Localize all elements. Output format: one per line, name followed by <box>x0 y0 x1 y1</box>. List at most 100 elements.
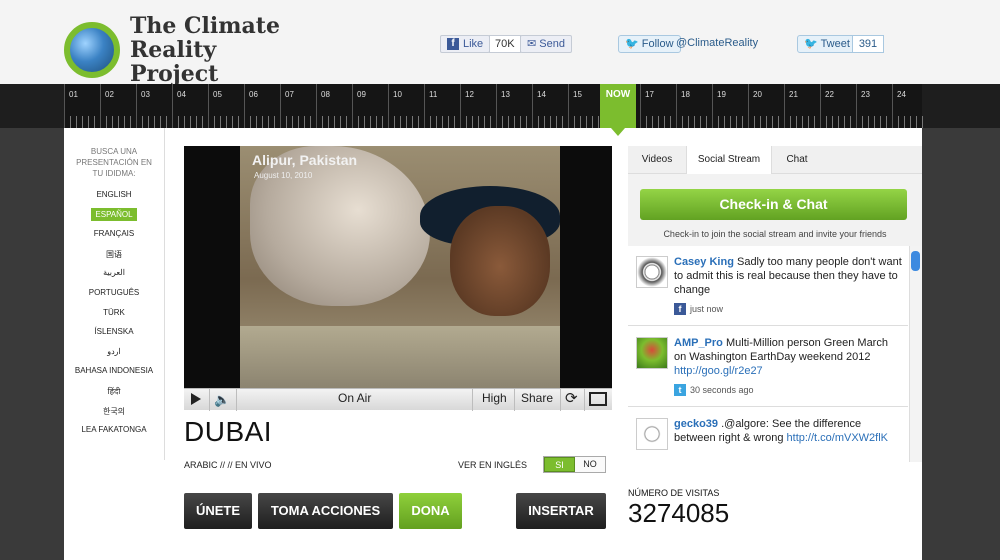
avatar[interactable] <box>636 337 668 369</box>
send-icon: ✉ <box>527 38 540 50</box>
now-label: NOW <box>605 89 631 100</box>
facebook-like-button[interactable]: f Like <box>440 35 491 53</box>
timeline-hour[interactable]: 14 <box>532 84 568 128</box>
logo-text: The Climate Reality Project <box>130 13 280 87</box>
timeline-hour-label: 20 <box>753 90 762 99</box>
timeline-hour-label: 23 <box>861 90 870 99</box>
timeline-hour-label: 19 <box>717 90 726 99</box>
logo[interactable]: The Climate Reality Project <box>64 14 310 86</box>
checkin-chat-button[interactable]: Check-in & Chat <box>640 189 907 220</box>
tweet-button[interactable]: 🐦 Tweet <box>797 35 857 53</box>
twitter-bird-icon: 🐦 <box>625 38 639 50</box>
timeline-hour[interactable]: 09 <box>352 84 388 128</box>
language-option[interactable]: 한국의 <box>64 406 164 417</box>
share-button[interactable]: Share <box>521 391 553 405</box>
volume-icon[interactable]: 🔈 <box>214 392 230 408</box>
control-divider <box>514 389 515 411</box>
toggle-no[interactable]: NO <box>575 457 605 472</box>
stream-post: Casey King Sadly too many people don't w… <box>628 246 908 326</box>
timeline-hour-label: 17 <box>645 90 654 99</box>
timeline-hour[interactable]: 12 <box>460 84 496 128</box>
timeline-hour[interactable]: 03 <box>136 84 172 128</box>
facebook-icon: f <box>674 303 686 315</box>
play-icon[interactable] <box>191 393 201 405</box>
post-link[interactable]: http://goo.gl/r2e27 <box>674 365 763 377</box>
timeline-hour[interactable]: 24 <box>892 84 928 128</box>
twitter-follow-button[interactable]: 🐦 Follow <box>618 35 681 53</box>
timeline-hour[interactable]: 08 <box>316 84 352 128</box>
stream-scrollbar[interactable] <box>909 246 922 462</box>
toggle-yes[interactable]: SI <box>544 457 575 472</box>
avatar[interactable] <box>636 256 668 288</box>
timeline-hour[interactable]: 07 <box>280 84 316 128</box>
stream-post: gecko39 .@algore: See the difference bet… <box>628 408 908 462</box>
language-option[interactable]: اردو <box>64 347 164 356</box>
timeline-hour[interactable]: 13 <box>496 84 532 128</box>
language-option[interactable]: हिंदी <box>64 386 164 397</box>
fullscreen-icon[interactable] <box>589 392 607 406</box>
social-stream: Casey King Sadly too many people don't w… <box>628 246 908 462</box>
timeline-hour[interactable]: 20 <box>748 84 784 128</box>
post-user[interactable]: AMP_Pro <box>674 337 723 349</box>
post-link[interactable]: http://t.co/mVXW2flK <box>787 432 888 444</box>
content-bottom <box>64 548 922 560</box>
language-option[interactable]: LEA FAKATONGA <box>64 425 164 434</box>
timeline-hour[interactable]: 06 <box>244 84 280 128</box>
timeline-hour-label: 15 <box>573 90 582 99</box>
timeline-hour[interactable]: 17 <box>640 84 676 128</box>
post-time: just now <box>690 304 724 314</box>
facebook-send-button[interactable]: ✉ Send <box>520 35 572 53</box>
control-divider <box>472 389 473 411</box>
language-option[interactable]: ENGLISH <box>64 190 164 199</box>
timeline-hour[interactable]: 01 <box>64 84 100 128</box>
twitter-handle[interactable]: @ClimateReality <box>676 37 758 49</box>
timeline-hour-label: 08 <box>321 90 330 99</box>
post-user[interactable]: gecko39 <box>674 418 718 430</box>
visits-label: NÚMERO DE VISITAS <box>628 488 720 498</box>
fb-like-label: Like <box>463 38 484 50</box>
tab-social-stream[interactable]: Social Stream <box>686 146 772 175</box>
photo-cow <box>250 146 430 306</box>
timeline-hour-label: 21 <box>789 90 798 99</box>
timeline-now-marker[interactable]: NOW <box>600 84 636 128</box>
timeline-hour[interactable]: 11 <box>424 84 460 128</box>
language-option[interactable]: ÍSLENSKA <box>64 327 164 336</box>
language-option[interactable]: BAHASA INDONESIA <box>64 366 164 375</box>
timeline-hour[interactable]: 23 <box>856 84 892 128</box>
language-option[interactable]: TÜRK <box>64 308 164 317</box>
video-frame <box>240 146 560 388</box>
language-option[interactable]: PORTUGUÊS <box>64 288 164 297</box>
control-divider <box>584 389 585 411</box>
timeline-hour[interactable]: 05 <box>208 84 244 128</box>
avatar[interactable] <box>636 418 668 450</box>
donate-button[interactable]: DONA <box>399 493 462 529</box>
facebook-icon: f <box>447 38 459 50</box>
english-toggle[interactable]: SI NO <box>543 456 606 473</box>
timeline-hour[interactable]: 19 <box>712 84 748 128</box>
timeline-hour-label: 18 <box>681 90 690 99</box>
timeline-hour-label: 10 <box>393 90 402 99</box>
timeline-hour[interactable]: 18 <box>676 84 712 128</box>
language-option[interactable]: ESPAÑOL <box>64 207 164 221</box>
quality-button[interactable]: High <box>482 391 507 405</box>
join-button[interactable]: ÚNETE <box>184 493 252 529</box>
language-option[interactable]: FRANÇAIS <box>64 229 164 238</box>
reload-icon[interactable]: ⟳ <box>565 389 578 407</box>
tab-chat[interactable]: Chat <box>772 146 822 174</box>
timeline-hour[interactable]: 22 <box>820 84 856 128</box>
embed-button[interactable]: INSERTAR <box>516 493 606 529</box>
post-user[interactable]: Casey King <box>674 256 734 268</box>
timeline-hour[interactable]: 04 <box>172 84 208 128</box>
take-action-button[interactable]: TOMA ACCIONES <box>258 493 393 529</box>
timeline-hour[interactable]: 21 <box>784 84 820 128</box>
timeline-hour[interactable]: 10 <box>388 84 424 128</box>
timeline-hour[interactable]: 15 <box>568 84 604 128</box>
scrollbar-thumb[interactable] <box>911 251 920 271</box>
now-arrow-icon <box>611 128 625 136</box>
english-toggle-label: VER EN INGLÉS <box>458 460 528 470</box>
tab-videos[interactable]: Videos <box>628 146 686 174</box>
language-option[interactable]: العربية <box>64 268 164 277</box>
timeline-hour-label: 24 <box>897 90 906 99</box>
language-option[interactable]: 国语 <box>64 249 164 260</box>
timeline-hour[interactable]: 02 <box>100 84 136 128</box>
